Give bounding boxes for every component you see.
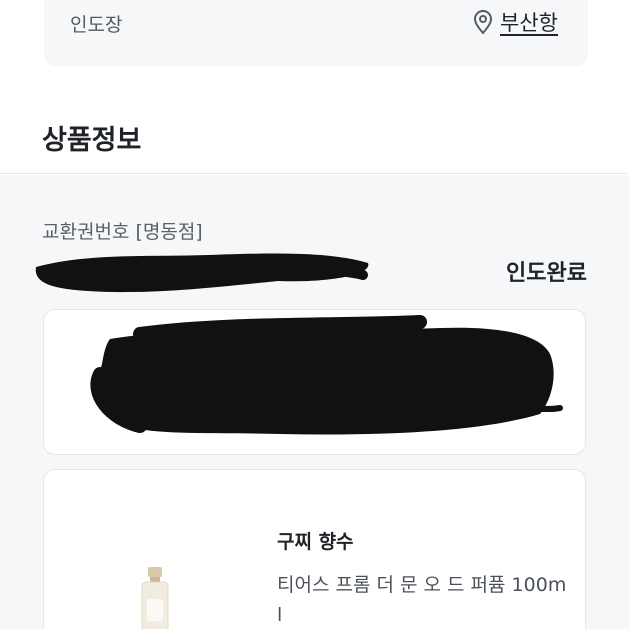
pickup-place-name: 부산항 (500, 11, 558, 35)
voucher-number-label: 교환권번호 [명동점] (42, 221, 203, 243)
perfume-bottle-image (141, 567, 169, 629)
pickup-label: 인도장 (70, 14, 123, 36)
product-name: 구찌 향수 (277, 531, 354, 553)
product-description: 티어스 프롬 더 문 오 드 퍼퓸 100ml (277, 574, 567, 626)
redacted-voucher-number (35, 253, 369, 293)
order-status: 인도완료 (506, 261, 587, 286)
redacted-content (90, 315, 563, 435)
location-pin-icon (472, 9, 494, 35)
pickup-location-card: 인도장 부산항 (44, 0, 588, 66)
pickup-place-link[interactable]: 부산항 (472, 7, 558, 37)
product-card[interactable]: 구찌 향수 티어스 프롬 더 문 오 드 퍼퓸 100ml (43, 469, 586, 629)
pickup-section: 인도장 부산항 상품정보 (0, 0, 629, 174)
redacted-info-card (43, 309, 586, 455)
section-title: 상품정보 (42, 125, 142, 156)
product-info-section: 교환권번호 [명동점] 인도완료 구찌 향수 티어스 프롬 더 문 오 드 퍼퓸… (0, 175, 629, 629)
